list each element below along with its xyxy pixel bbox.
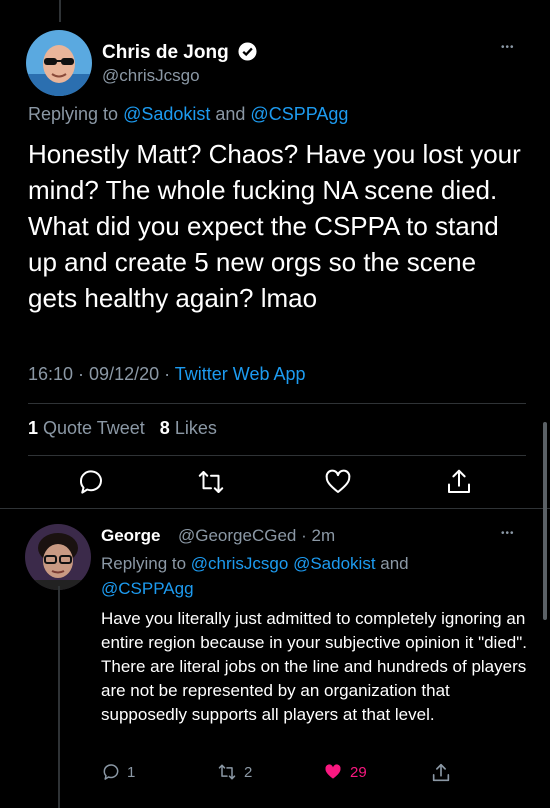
divider (28, 403, 526, 404)
like-count: 8 (159, 418, 170, 438)
reply-replying-to: Replying to @chrisJcsgo @Sadokist and @C… (101, 551, 501, 601)
quote-tweets-link[interactable]: 1 Quote Tweet (28, 418, 145, 438)
tweet-meta: 16:10 · 09/12/20 · Twitter Web App (28, 364, 306, 385)
tweet-stats: 1 Quote Tweet 8 Likes (28, 418, 217, 439)
mention-chrisjcsgo[interactable]: @chrisJcsgo (191, 554, 289, 573)
meta-dot: · (296, 526, 312, 545)
replying-to: Replying to @Sadokist and @CSPPAgg (28, 104, 348, 125)
reply-author-handle[interactable]: @GeorgeCGed (178, 526, 296, 545)
like-icon (325, 764, 341, 779)
mention-sadokist[interactable]: @Sadokist (293, 554, 375, 573)
likes-label: Likes (174, 418, 217, 438)
like-count: 29 (350, 763, 367, 781)
quote-count: 1 (28, 418, 39, 438)
reply-text: Have you literally just admitted to comp… (101, 609, 527, 724)
tweet-time[interactable]: 16:10 (28, 364, 73, 384)
author-name[interactable]: Chris de Jong (102, 42, 257, 67)
reply-age[interactable]: 2m (311, 526, 335, 545)
reply-retweet-button[interactable]: 2 (216, 762, 252, 782)
verified-badge-icon (238, 42, 257, 67)
author-avatar[interactable] (26, 30, 92, 96)
thread-line (59, 0, 61, 22)
reply-count: 1 (127, 763, 136, 781)
scrollbar[interactable] (543, 422, 547, 620)
retweet-icon (218, 764, 236, 780)
retweet-count: 2 (244, 763, 253, 781)
retweet-icon[interactable] (196, 467, 226, 497)
like-icon[interactable] (323, 467, 353, 497)
tweet-text: Honestly Matt? Chaos? Have you lost your… (28, 139, 521, 313)
divider (28, 455, 526, 456)
replying-and: and (375, 554, 409, 573)
reply-reply-button[interactable]: 1 (101, 762, 135, 782)
author-handle[interactable]: @chrisJcsgo (102, 66, 200, 86)
reply-author-meta: @GeorgeCGed · 2m (178, 526, 335, 546)
mention-sadokist[interactable]: @Sadokist (123, 104, 210, 124)
meta-dot: · (73, 364, 90, 384)
share-icon (432, 763, 450, 782)
mention-csppagg[interactable]: @CSPPAgg (101, 579, 194, 598)
author-name-text[interactable]: Chris de Jong (102, 42, 229, 63)
replying-prefix: Replying to (101, 554, 191, 573)
reply-icon (103, 764, 119, 780)
reply-author-avatar[interactable] (25, 524, 91, 590)
reply-more-icon[interactable]: ••• (501, 528, 515, 539)
divider (0, 508, 550, 509)
more-icon[interactable]: ••• (501, 42, 515, 53)
replying-prefix: Replying to (28, 104, 124, 124)
replying-and: and (210, 104, 251, 124)
share-icon[interactable] (444, 467, 474, 497)
reply-share-button[interactable] (430, 762, 452, 784)
reply-icon[interactable] (76, 467, 106, 497)
tweet-source[interactable]: Twitter Web App (175, 364, 306, 384)
meta-dot: · (159, 364, 175, 384)
quote-label: Quote Tweet (43, 418, 145, 438)
tweet-date[interactable]: 09/12/20 (89, 364, 159, 384)
thread-line (58, 586, 60, 808)
mention-csppagg[interactable]: @CSPPAgg (250, 104, 348, 124)
reply-like-button[interactable]: 29 (322, 762, 367, 782)
reply-author-name[interactable]: George (101, 526, 161, 546)
likes-link[interactable]: 8 Likes (160, 418, 217, 438)
